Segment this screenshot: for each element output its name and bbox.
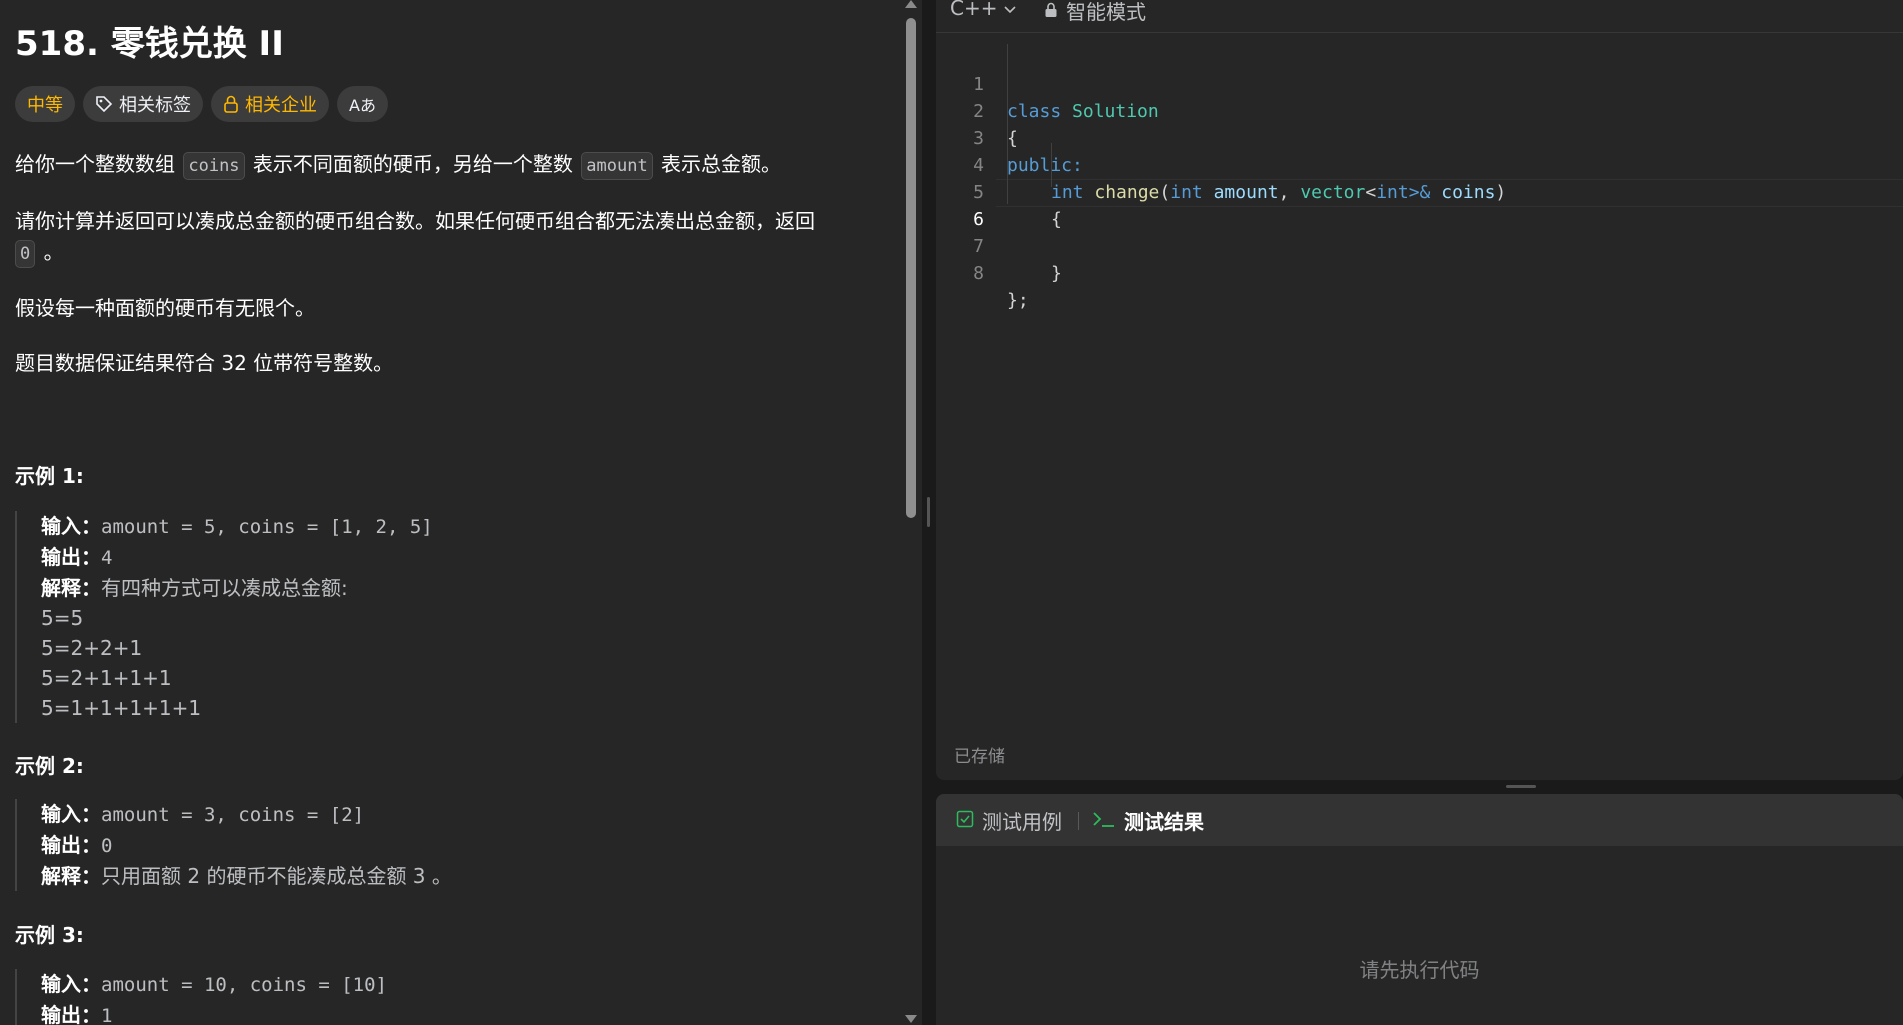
terminal-icon <box>1092 809 1116 833</box>
code-line[interactable]: 7 } <box>936 206 1903 284</box>
code-line[interactable]: 1 class Solution <box>936 44 1903 122</box>
inline-code-amount: amount <box>581 152 653 180</box>
code-line[interactable]: 3 public: <box>936 98 1903 176</box>
related-companies-label: 相关企业 <box>245 95 317 116</box>
translate-icon: Aあ <box>349 96 376 115</box>
difficulty-badge: 中等 <box>15 86 75 122</box>
input-label: 输入： <box>41 514 101 538</box>
editor-toolbar: C++ 智能模式 <box>936 0 1903 33</box>
example-explain: 解释：只用面额 2 的硬币不能凑成总金额 3 。 <box>41 861 452 891</box>
output-value: 0 <box>101 835 113 857</box>
code-line[interactable]: 8 }; <box>936 233 1903 311</box>
empty-result-hint: 请先执行代码 <box>1359 958 1480 982</box>
splitter-handle[interactable] <box>927 497 930 527</box>
code-line[interactable]: 6 <box>936 179 1903 230</box>
splitter-handle[interactable] <box>1506 785 1536 788</box>
example-1-heading: 示例 1: <box>15 464 84 488</box>
tag-icon <box>95 95 113 113</box>
example-3-block: 输入：amount = 10, coins = [10] 输出：1 <box>15 969 387 1025</box>
example-2-heading: 示例 2: <box>15 754 84 778</box>
checkbox-icon <box>956 809 974 833</box>
example-explain: 解释：有四种方式可以凑成总金额: <box>41 573 433 603</box>
tab-divider <box>1078 812 1079 830</box>
output-label: 输出： <box>41 833 101 857</box>
chevron-down-icon <box>1003 0 1017 20</box>
difficulty-label: 中等 <box>27 95 63 116</box>
test-panel: 测试用例 测试结果 请先执行代码 <box>936 794 1903 1025</box>
language-selector[interactable]: C++ <box>950 0 1017 20</box>
description-paragraph-3: 假设每一种面额的硬币有无限个。 <box>15 296 315 320</box>
code-line[interactable]: 5 { <box>936 152 1903 230</box>
problem-tags: 中等 相关标签 相关企业 Aあ <box>15 86 388 122</box>
code-token: } <box>1051 263 1062 284</box>
example-extra-line: 5=1+1+1+1+1 <box>41 696 202 720</box>
code-token: }; <box>1007 290 1029 311</box>
input-value: amount = 5, coins = [1, 2, 5] <box>101 516 433 538</box>
input-label: 输入： <box>41 802 101 826</box>
example-input: 输入：amount = 10, coins = [10] <box>41 969 387 1000</box>
example-2-block: 输入：amount = 3, coins = [2] 输出：0 解释：只用面额 … <box>15 799 452 891</box>
code-line[interactable]: 2 { <box>936 71 1903 149</box>
smart-mode-label: 智能模式 <box>1066 0 1146 24</box>
tab-test-results[interactable]: 测试结果 <box>1092 806 1204 835</box>
desc-text: 表示总金额。 <box>661 152 782 176</box>
example-3-heading: 示例 3: <box>15 923 84 947</box>
code-line[interactable]: 4 int change(int amount, vector<int>& co… <box>936 125 1903 203</box>
related-companies-button[interactable]: 相关企业 <box>211 86 329 122</box>
scroll-up-arrow-icon[interactable] <box>905 0 917 8</box>
example-output: 输出：4 <box>41 542 433 573</box>
inline-code-zero: 0 <box>15 240 36 268</box>
tab-test-cases-label: 测试用例 <box>982 810 1062 834</box>
description-paragraph-2-cont: 0 。 <box>15 236 64 268</box>
example-extra-line: 5=2+1+1+1 <box>41 666 172 690</box>
explain-value: 只用面额 2 的硬币不能凑成总金额 3 。 <box>101 864 452 888</box>
output-label: 输出： <box>41 1003 101 1025</box>
test-panel-header: 测试用例 测试结果 <box>936 794 1903 846</box>
language-label: C++ <box>950 0 998 20</box>
input-value: amount = 3, coins = [2] <box>101 804 365 826</box>
explain-label: 解释： <box>41 576 101 600</box>
scroll-down-arrow-icon[interactable] <box>905 1015 917 1023</box>
vertical-splitter[interactable] <box>922 0 936 1025</box>
description-scrollbar[interactable] <box>900 0 922 1025</box>
inline-code-coins: coins <box>183 152 245 180</box>
saved-status: 已存储 <box>954 747 1005 767</box>
example-input: 输入：amount = 5, coins = [1, 2, 5] <box>41 511 433 542</box>
output-value: 1 <box>101 1005 113 1025</box>
desc-text: 。 <box>43 240 64 264</box>
explain-label: 解释： <box>41 864 101 888</box>
translate-button[interactable]: Aあ <box>337 86 388 122</box>
example-output: 输出：0 <box>41 830 452 861</box>
scroll-thumb[interactable] <box>906 18 916 518</box>
line-number: 8 <box>973 263 984 284</box>
tab-test-cases[interactable]: 测试用例 <box>956 806 1062 835</box>
description-paragraph-2: 请你计算并返回可以凑成总金额的硬币组合数。如果任何硬币组合都无法凑出总金额，返回 <box>15 205 815 234</box>
horizontal-splitter[interactable] <box>936 780 1903 794</box>
example-extra-line: 5=5 <box>41 606 84 630</box>
output-label: 输出： <box>41 545 101 569</box>
problem-title[interactable]: 518. 零钱兑换 II <box>15 16 284 65</box>
desc-text: 请你计算并返回可以凑成总金额的硬币组合数。如果任何硬币组合都无法凑出总金额，返回 <box>15 209 815 233</box>
input-value: amount = 10, coins = [10] <box>101 974 387 996</box>
tab-test-results-label: 测试结果 <box>1124 810 1204 834</box>
related-tags-label: 相关标签 <box>119 95 191 116</box>
example-input: 输入：amount = 3, coins = [2] <box>41 799 452 830</box>
desc-text: 给你一个整数数组 <box>15 152 175 176</box>
description-panel: 518. 零钱兑换 II 中等 相关标签 相关企业 Aあ 给你一个整数数组 co… <box>0 0 900 1025</box>
description-paragraph-4: 题目数据保证结果符合 32 位带符号整数。 <box>15 351 394 375</box>
related-tags-button[interactable]: 相关标签 <box>83 86 203 122</box>
code-editor-panel: C++ 智能模式 1 class Solution 2 { 3 public: <box>936 0 1903 780</box>
example-output: 输出：1 <box>41 1000 387 1025</box>
desc-text: 表示不同面额的硬币，另给一个整数 <box>252 152 573 176</box>
output-value: 4 <box>101 547 113 569</box>
example-1-block: 输入：amount = 5, coins = [1, 2, 5] 输出：4 解释… <box>15 511 433 723</box>
lock-icon <box>1044 0 1058 23</box>
smart-mode-toggle[interactable]: 智能模式 <box>1044 0 1146 25</box>
lock-icon <box>223 95 239 113</box>
example-extra-line: 5=2+2+1 <box>41 636 143 660</box>
input-label: 输入： <box>41 972 101 996</box>
description-paragraph-1: 给你一个整数数组 coins 表示不同面额的硬币，另给一个整数 amount 表… <box>15 148 781 180</box>
explain-value: 有四种方式可以凑成总金额: <box>101 576 348 600</box>
